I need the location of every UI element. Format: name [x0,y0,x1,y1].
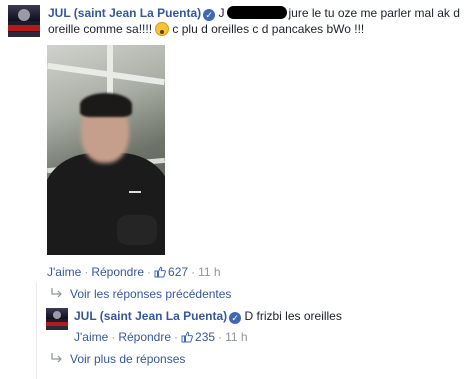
reply-author[interactable]: JUL (saint Jean La Puenta) [74,309,227,323]
comment-author[interactable]: JUL (saint Jean La Puenta) [48,6,201,20]
like-link[interactable]: J'aime [47,265,81,279]
reply-avatar[interactable] [46,308,68,330]
reply-time[interactable]: 11 h [225,330,247,344]
comment-text-start: J [218,6,225,20]
comment-text-line2-b: c plu d oreilles c d pancakes bWo !!! [172,22,365,36]
comment-actions: J'aime · Répondre · 627 · 11 h [47,265,221,279]
verified-badge-icon: ✓ [229,312,242,324]
comment-photo[interactable] [47,45,165,255]
reply-text: D frizbi les oreilles [244,309,342,323]
verified-badge-icon: ✓ [203,9,216,21]
thumbs-up-icon [154,266,166,278]
reply-body: JUL (saint Jean La Puenta) ✓ D frizbi les… [74,308,474,324]
comment-line-1: JUL (saint Jean La Puenta) ✓ Jjure le tu … [48,5,468,21]
scream-emoji-icon [155,22,170,36]
view-previous-replies[interactable]: Voir les réponses précédentes [50,286,231,302]
like-count[interactable]: 627 [168,265,188,279]
reply-line: JUL (saint Jean La Puenta) ✓ D frizbi les… [74,308,474,324]
comment-line-2: oreille comme sa!!!! c plu d oreilles c … [48,21,468,37]
redacted-mark [226,6,287,19]
reply-arrow-icon [51,353,62,363]
comment-text-mid: jure le tu oze me parler mal ak d [288,6,460,20]
comment-body: JUL (saint Jean La Puenta) ✓ Jjure le tu … [48,5,468,37]
reply-like-count[interactable]: 235 [195,330,215,344]
reply-link[interactable]: Répondre [91,265,144,279]
thumbs-up-icon [181,331,193,343]
view-more-replies[interactable]: Voir plus de réponses [50,351,185,367]
comment-time[interactable]: 11 h [198,265,220,279]
reply-like-link[interactable]: J'aime [74,330,108,344]
comment-text-line2-a: oreille comme sa!!!! [48,22,153,36]
view-previous-replies-label: Voir les réponses précédentes [70,287,232,301]
view-more-replies-label: Voir plus de réponses [70,352,186,366]
reply-reply-link[interactable]: Répondre [118,330,171,344]
thread-divider [36,282,37,379]
avatar[interactable] [8,5,40,37]
reply-actions: J'aime · Répondre · 235 · 11 h [74,330,248,344]
reply-arrow-icon [51,288,62,298]
